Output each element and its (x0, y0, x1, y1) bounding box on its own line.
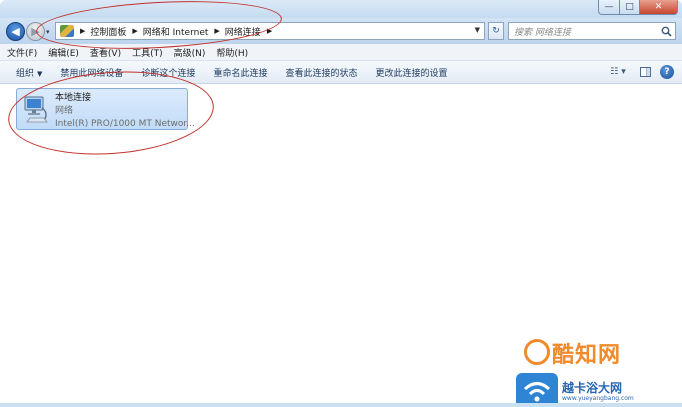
close-button[interactable]: ✕ (640, 0, 678, 15)
view-status-button[interactable]: 查看此连接的状态 (276, 66, 366, 79)
menu-tools[interactable]: 工具(T) (128, 46, 167, 59)
search-input[interactable]: 搜索 网络连接 (514, 25, 659, 38)
address-dropdown-icon[interactable]: ▼ (475, 26, 480, 34)
disable-device-button[interactable]: 禁用此网络设备 (51, 66, 132, 79)
command-bar-right: ☷ ▾ ? (598, 64, 674, 79)
control-panel-icon (60, 25, 74, 37)
breadcrumb-separator-icon[interactable]: ▶ (80, 27, 85, 35)
breadcrumb-separator-icon[interactable]: ▶ (132, 27, 137, 35)
menu-view[interactable]: 查看(V) (86, 46, 125, 59)
menu-file[interactable]: 文件(F) (3, 46, 41, 59)
forward-button[interactable]: ▶ (26, 22, 45, 41)
menu-bar: 文件(F) 编辑(E) 查看(V) 工具(T) 高级(N) 帮助(H) (0, 44, 682, 61)
diagnose-connection-button[interactable]: 诊断这个连接 (132, 66, 204, 79)
minimize-button[interactable]: — (598, 0, 620, 15)
breadcrumb-network-internet[interactable]: 网络和 Internet (143, 25, 209, 38)
address-bar[interactable]: ▶ 控制面板 ▶ 网络和 Internet ▶ 网络连接 ▶ ▼ (55, 22, 485, 40)
preview-pane-icon (639, 66, 651, 77)
explorer-window: — □ ✕ ◀ ▶ ▾ ▶ 控制面板 ▶ 网络和 Internet ▶ 网络连接… (0, 0, 682, 407)
change-settings-button[interactable]: 更改此连接的设置 (366, 66, 456, 79)
menu-help[interactable]: 帮助(H) (212, 46, 252, 59)
watermark: 酷知网 越卡浴大网 www.yueyangbang.com (506, 337, 682, 407)
command-bar: 组织 ▼ 禁用此网络设备 诊断这个连接 重命名此连接 查看此连接的状态 更改此连接… (0, 61, 682, 84)
network-adapter-icon (24, 96, 48, 123)
back-button[interactable]: ◀ (6, 22, 25, 41)
breadcrumb-separator-icon[interactable]: ▶ (267, 27, 272, 35)
help-button[interactable]: ? (660, 64, 674, 79)
recent-pages-button[interactable]: ▾ (46, 28, 50, 36)
chevron-down-icon: ▼ (37, 69, 43, 78)
organize-button[interactable]: 组织 ▼ (0, 66, 51, 79)
connection-name: 本地连接 (55, 93, 92, 103)
menu-advanced[interactable]: 高级(N) (170, 46, 210, 59)
search-icon[interactable] (659, 24, 673, 38)
maximize-button[interactable]: □ (620, 0, 640, 15)
breadcrumb-separator-icon[interactable]: ▶ (214, 27, 219, 35)
breadcrumb-control-panel[interactable]: 控制面板 (90, 25, 126, 38)
refresh-button[interactable]: ↻ (488, 22, 504, 40)
navigation-bar: ◀ ▶ ▾ ▶ 控制面板 ▶ 网络和 Internet ▶ 网络连接 ▶ ▼ ↻… (0, 18, 682, 44)
window-bottom-border (0, 403, 682, 407)
watermark-url: www.yueyangbang.com (562, 395, 634, 402)
watermark-logo-icon (524, 339, 550, 365)
search-box[interactable]: 搜索 网络连接 (508, 22, 676, 40)
rename-connection-button[interactable]: 重命名此连接 (204, 66, 276, 79)
breadcrumb-network-connections[interactable]: 网络连接 (225, 25, 261, 38)
change-view-button[interactable]: ☷ ▾ (606, 64, 630, 79)
title-bar: — □ ✕ (0, 0, 682, 18)
watermark-brand: 酷知网 (552, 343, 622, 368)
connection-details: 本地连接 网络 Intel(R) PRO/1000 MT Networ... (55, 92, 195, 131)
connection-network: 网络 (55, 106, 74, 116)
list-item-local-connection[interactable]: 本地连接 网络 Intel(R) PRO/1000 MT Networ... (16, 88, 195, 130)
preview-pane-button[interactable] (638, 64, 652, 79)
organize-label: 组织 (16, 68, 35, 79)
menu-edit[interactable]: 编辑(E) (44, 46, 83, 59)
watermark-site: 越卡浴大网 (562, 381, 623, 395)
caption-buttons: — □ ✕ (598, 0, 678, 15)
connection-device: Intel(R) PRO/1000 MT Networ... (55, 119, 195, 129)
file-list: 本地连接 网络 Intel(R) PRO/1000 MT Networ... 酷… (0, 84, 682, 407)
watermark-wifi-icon (516, 373, 558, 407)
